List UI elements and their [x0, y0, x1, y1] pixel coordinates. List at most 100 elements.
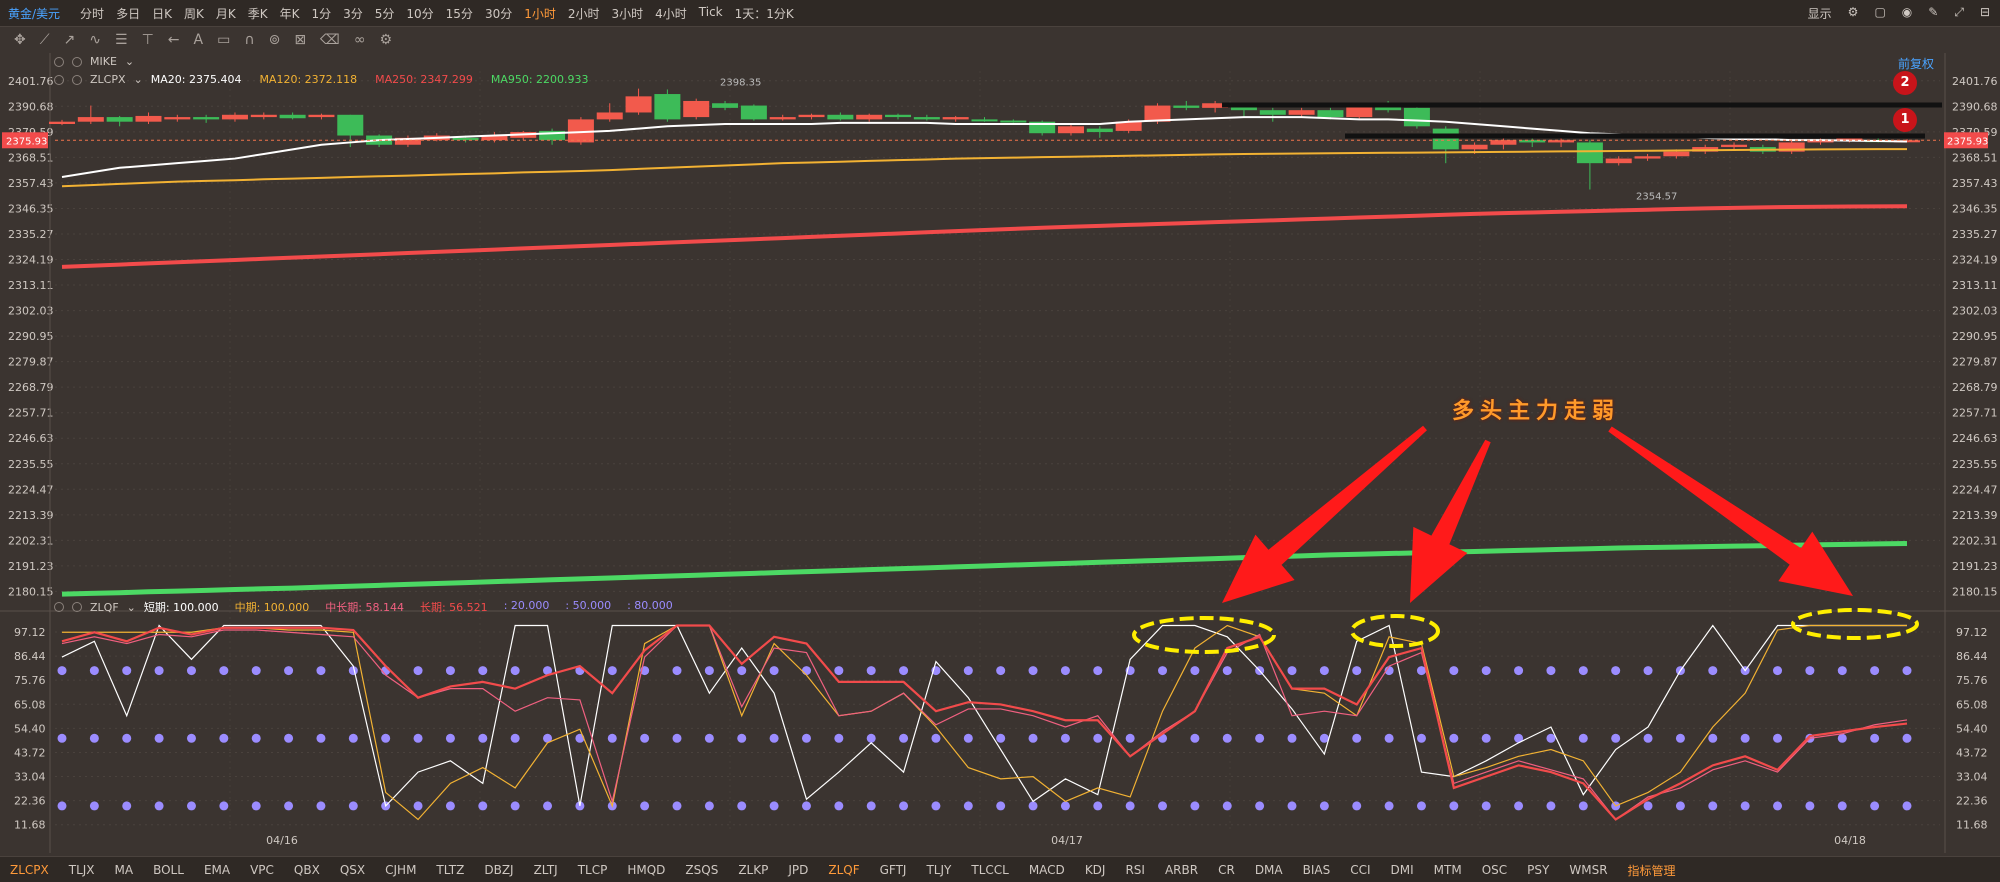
indicator-psy[interactable]: PSY — [1527, 863, 1549, 877]
period-17[interactable]: Tick — [699, 5, 723, 22]
fullscreen-icon[interactable]: ⤢ — [1954, 5, 1964, 22]
close-circle-icon[interactable] — [72, 602, 82, 612]
ref-dot-20 — [866, 801, 876, 811]
indicator-wmsr[interactable]: WMSR — [1569, 863, 1607, 877]
measure-icon[interactable]: ⊤ — [142, 32, 154, 48]
period-9[interactable]: 5分 — [375, 5, 395, 22]
y-tick-right: 97.12 — [1956, 626, 1988, 639]
period-13[interactable]: 1小时 — [524, 5, 556, 22]
magnet-icon[interactable]: ∩ — [244, 32, 254, 48]
fuquan-button[interactable]: 前复权 — [1898, 55, 1934, 72]
indicator-cr[interactable]: CR — [1218, 863, 1235, 877]
period-2[interactable]: 日K — [152, 5, 172, 22]
period-0[interactable]: 分时 — [80, 5, 104, 22]
indicator-gftj[interactable]: GFTJ — [880, 863, 907, 877]
indicator-tltz[interactable]: TLTZ — [436, 863, 464, 877]
close-circle-icon[interactable] — [72, 74, 82, 85]
period-11[interactable]: 15分 — [446, 5, 473, 22]
indicator-osc[interactable]: OSC — [1482, 863, 1507, 877]
period-12[interactable]: 30分 — [485, 5, 512, 22]
period-5[interactable]: 季K — [248, 5, 268, 22]
ref-dot-20 — [1449, 801, 1459, 811]
indicator-ema[interactable]: EMA — [204, 863, 230, 877]
candle-body — [971, 119, 998, 122]
indicator-zlqf[interactable]: ZLQF — [828, 863, 859, 877]
chevron-down-icon[interactable]: ⌄ — [127, 601, 136, 614]
ref-dot-50 — [510, 733, 520, 743]
indicator-ma[interactable]: MA — [115, 863, 134, 877]
period-8[interactable]: 3分 — [343, 5, 363, 22]
period-4[interactable]: 月K — [216, 5, 236, 22]
comment-icon[interactable]: ▭ — [217, 32, 230, 48]
sub-indicator-label[interactable]: ZLQF — [90, 601, 119, 614]
lock-icon[interactable]: ⊟ — [1980, 5, 1990, 22]
settings-circle-icon[interactable] — [54, 56, 64, 67]
period-15[interactable]: 3小时 — [612, 5, 644, 22]
indicator-zsqs[interactable]: ZSQS — [685, 863, 718, 877]
indicator-mtm[interactable]: MTM — [1434, 863, 1462, 877]
indicator-dma[interactable]: DMA — [1255, 863, 1283, 877]
wave-icon[interactable]: ∿ — [89, 32, 101, 48]
top-right-controls: 显示 ⚙ ▢ ◉ ✎ ⤢ ⊟ — [1808, 5, 1990, 22]
eye-icon[interactable]: ⊚ — [269, 32, 281, 48]
indicator-vpc[interactable]: VPC — [250, 863, 274, 877]
gear-icon[interactable]: ⚙ — [1848, 5, 1859, 22]
indicator-hmqd[interactable]: HMQD — [627, 863, 665, 877]
period-6[interactable]: 年K — [280, 5, 300, 22]
chevron-down-icon[interactable]: ⌄ — [125, 55, 134, 68]
ref-dot-20 — [1125, 801, 1135, 811]
camera-icon[interactable]: ◉ — [1902, 5, 1912, 22]
indicator-dmi[interactable]: DMI — [1391, 863, 1414, 877]
indicator-tljx[interactable]: TLJX — [69, 863, 95, 877]
chevron-down-icon[interactable]: ⌄ — [134, 73, 143, 86]
indicator-指标管理[interactable]: 指标管理 — [1628, 862, 1676, 879]
ray-icon[interactable]: ↗ — [64, 32, 76, 48]
trendline-icon[interactable]: ⟋ — [40, 32, 50, 48]
settings-circle-icon[interactable] — [54, 602, 64, 612]
close-circle-icon[interactable] — [72, 56, 82, 67]
lock-draw-icon[interactable]: ⊠ — [294, 32, 306, 48]
arrow-icon[interactable]: ← — [168, 32, 180, 48]
period-1[interactable]: 多日 — [116, 5, 140, 22]
period-14[interactable]: 2小时 — [568, 5, 600, 22]
link-icon[interactable]: ∞ — [354, 32, 366, 48]
ref-dot-50 — [769, 733, 779, 743]
period-18[interactable]: 1天：1分K — [735, 5, 794, 22]
period-7[interactable]: 1分 — [311, 5, 331, 22]
ref-dot-20 — [963, 801, 973, 811]
indicator-cci[interactable]: CCI — [1350, 863, 1370, 877]
period-3[interactable]: 周K — [184, 5, 204, 22]
indicator-kdj[interactable]: KDJ — [1085, 863, 1106, 877]
indicator-macd[interactable]: MACD — [1029, 863, 1065, 877]
period-10[interactable]: 10分 — [406, 5, 433, 22]
main-indicator-label[interactable]: ZLCPX — [90, 73, 126, 86]
indicator-rsi[interactable]: RSI — [1125, 863, 1145, 877]
indicator-tlccl[interactable]: TLCCL — [971, 863, 1008, 877]
indicator-qbx[interactable]: QBX — [294, 863, 320, 877]
trash-icon[interactable]: ⌫ — [320, 32, 340, 48]
period-16[interactable]: 4小时 — [655, 5, 687, 22]
crosshair-icon[interactable]: ✥ — [14, 32, 26, 48]
indicator-zlkp[interactable]: ZLKP — [738, 863, 768, 877]
layout-icon[interactable]: ▢ — [1874, 5, 1885, 22]
display-menu[interactable]: 显示 — [1808, 5, 1832, 22]
indicator-cjhm[interactable]: CJHM — [385, 863, 416, 877]
symbol-title[interactable]: 黄金/美元 — [8, 5, 60, 22]
indicator-qsx[interactable]: QSX — [340, 863, 365, 877]
settings-circle-icon[interactable] — [54, 74, 64, 85]
indicator-boll[interactable]: BOLL — [153, 863, 184, 877]
indicator-tljy[interactable]: TLJY — [926, 863, 951, 877]
indicator-arbr[interactable]: ARBR — [1165, 863, 1198, 877]
fib-icon[interactable]: ☰ — [115, 32, 128, 48]
indicator-zltj[interactable]: ZLTJ — [534, 863, 558, 877]
indicator-jpd[interactable]: JPD — [788, 863, 808, 877]
indicator-zlcpx[interactable]: ZLCPX — [10, 863, 49, 877]
pen-icon[interactable]: ✎ — [1928, 5, 1938, 22]
indicator-dbzj[interactable]: DBZJ — [484, 863, 513, 877]
mike-label[interactable]: MIKE — [90, 55, 117, 68]
settings-draw-icon[interactable]: ⚙ — [380, 32, 393, 48]
text-icon[interactable]: A — [194, 32, 204, 48]
chart-canvas[interactable]: 2401.762401.762390.682390.682379.592379.… — [0, 53, 2000, 853]
indicator-bias[interactable]: BIAS — [1303, 863, 1331, 877]
indicator-tlcp[interactable]: TLCP — [578, 863, 608, 877]
